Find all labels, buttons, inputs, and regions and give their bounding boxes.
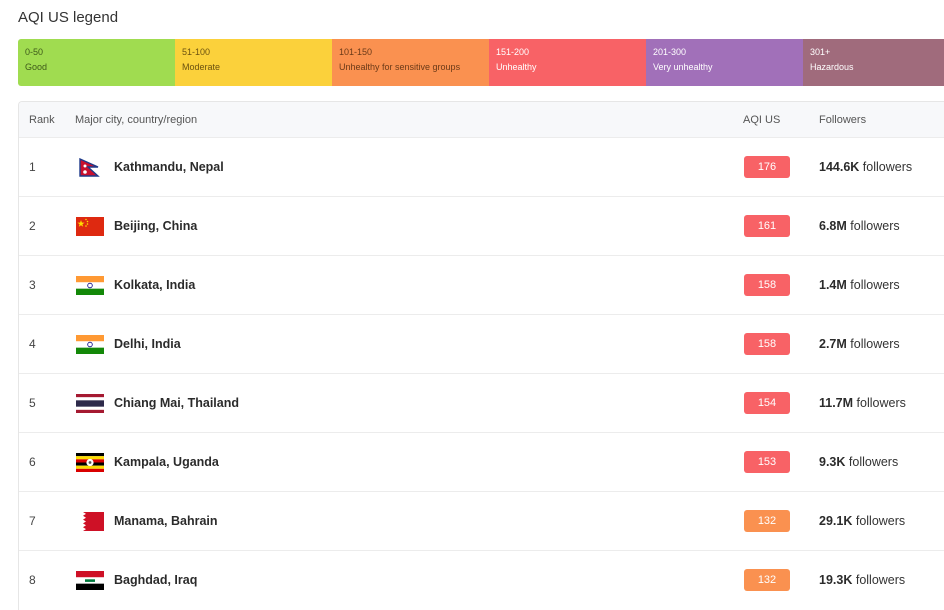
aqi-badge: 132 [744, 569, 790, 591]
row-rank: 3 [29, 278, 36, 292]
row-followers: 29.1K followers [819, 514, 905, 528]
legend-range: 101-150 [339, 47, 373, 57]
followers-suffix: followers [848, 455, 899, 469]
row-city-link[interactable]: Baghdad, Iraq [114, 573, 197, 587]
table-row[interactable]: 5 Chiang Mai, Thailand 154 11.7M followe… [19, 373, 944, 432]
legend-label: Unhealthy [496, 62, 537, 72]
row-rank: 6 [29, 455, 36, 469]
followers-count: 2.7M [819, 337, 847, 351]
uganda-flag-icon [76, 453, 104, 472]
legend-segment-very-unhealthy: 201-300 Very unhealthy [646, 39, 803, 86]
row-followers: 144.6K followers [819, 160, 912, 174]
legend-range: 201-300 [653, 47, 687, 57]
followers-suffix: followers [850, 278, 900, 292]
legend-label: Hazardous [810, 62, 854, 72]
row-followers: 2.7M followers [819, 337, 900, 351]
aqi-badge: 154 [744, 392, 790, 414]
legend-segment-unhealthy-sensitive: 101-150 Unhealthy for sensitive groups [332, 39, 489, 86]
legend-label: Very unhealthy [653, 62, 713, 72]
header-rank[interactable]: Rank [29, 114, 55, 126]
aqi-badge: 158 [744, 274, 790, 296]
china-flag-icon [76, 217, 104, 236]
legend-label: Moderate [182, 62, 221, 72]
row-city-link[interactable]: Kampala, Uganda [114, 455, 219, 469]
bahrain-flag-icon [76, 512, 104, 531]
followers-suffix: followers [855, 573, 906, 587]
row-rank: 5 [29, 396, 36, 410]
iraq-flag-icon [76, 571, 104, 590]
legend-segment-hazardous: 301+ Hazardous [803, 39, 944, 86]
row-city-link[interactable]: Manama, Bahrain [114, 514, 218, 528]
followers-count: 9.3K [819, 455, 846, 469]
header-city[interactable]: Major city, country/region [75, 114, 197, 126]
row-rank: 4 [29, 337, 36, 351]
row-city-link[interactable]: Kathmandu, Nepal [114, 160, 224, 174]
legend-segment-moderate: 51-100 Moderate [175, 39, 332, 86]
city-ranking-table: Rank Major city, country/region AQI US F… [18, 101, 944, 610]
legend-range: 51-100 [182, 47, 211, 57]
row-city-link[interactable]: Delhi, India [114, 337, 181, 351]
followers-count: 19.3K [819, 573, 853, 587]
row-rank: 7 [29, 514, 36, 528]
row-followers: 1.4M followers [819, 278, 900, 292]
legend-title: AQI US legend [18, 9, 119, 26]
aqi-badge: 132 [744, 510, 790, 532]
followers-count: 29.1K [819, 514, 853, 528]
row-rank: 1 [29, 160, 36, 174]
nepal-flag-icon [79, 158, 100, 177]
legend-label: Unhealthy for sensitive groups [339, 62, 461, 72]
india-flag-icon [76, 335, 104, 354]
table-header: Rank Major city, country/region AQI US F… [19, 102, 944, 137]
table-row[interactable]: 7 Manama, Bahrain 132 29.1K followers [19, 491, 944, 550]
row-city-link[interactable]: Beijing, China [114, 219, 197, 233]
table-row[interactable]: 3 Kolkata, India 158 1.4M followers [19, 255, 944, 314]
legend-segment-good: 0-50 Good [18, 39, 175, 86]
followers-count: 11.7M [819, 396, 854, 410]
row-followers: 19.3K followers [819, 573, 905, 587]
legend-segment-unhealthy: 151-200 Unhealthy [489, 39, 646, 86]
row-rank: 2 [29, 219, 36, 233]
followers-suffix: followers [850, 219, 900, 233]
followers-suffix: followers [856, 396, 906, 410]
row-followers: 6.8M followers [819, 219, 900, 233]
row-rank: 8 [29, 573, 36, 587]
aqi-legend-bar: 0-50 Good 51-100 Moderate 101-150 Unheal… [18, 39, 944, 86]
row-followers: 9.3K followers [819, 455, 898, 469]
followers-suffix: followers [850, 337, 900, 351]
aqi-badge: 176 [744, 156, 790, 178]
aqi-badge: 158 [744, 333, 790, 355]
legend-label: Good [25, 62, 48, 72]
aqi-ranking-page: AQI US legend 0-50 Good 51-100 Moderate … [0, 0, 944, 610]
followers-suffix: followers [862, 160, 913, 174]
table-row[interactable]: 8 Baghdad, Iraq 132 19.3K followers [19, 550, 944, 609]
row-city-link[interactable]: Kolkata, India [114, 278, 195, 292]
followers-suffix: followers [855, 514, 906, 528]
table-row[interactable]: 4 Delhi, India 158 2.7M followers [19, 314, 944, 373]
row-city-link[interactable]: Chiang Mai, Thailand [114, 396, 239, 410]
thailand-flag-icon [76, 394, 104, 413]
table-row[interactable]: 1 Kathmandu, Nepal 176 144.6K followers [19, 137, 944, 196]
aqi-badge: 153 [744, 451, 790, 473]
followers-count: 6.8M [819, 219, 847, 233]
legend-range: 301+ [810, 47, 831, 57]
legend-range: 151-200 [496, 47, 530, 57]
table-row[interactable]: 6 Kampala, Uganda 153 9.3K followers [19, 432, 944, 491]
header-followers[interactable]: Followers [819, 114, 866, 126]
india-flag-icon [76, 276, 104, 295]
aqi-badge: 161 [744, 215, 790, 237]
header-aqi[interactable]: AQI US [743, 114, 780, 126]
followers-count: 1.4M [819, 278, 847, 292]
row-followers: 11.7M followers [819, 396, 906, 410]
table-row[interactable]: 2 Beijing, China 161 6.8M followers [19, 196, 944, 255]
followers-count: 144.6K [819, 160, 860, 174]
legend-range: 0-50 [25, 47, 44, 57]
